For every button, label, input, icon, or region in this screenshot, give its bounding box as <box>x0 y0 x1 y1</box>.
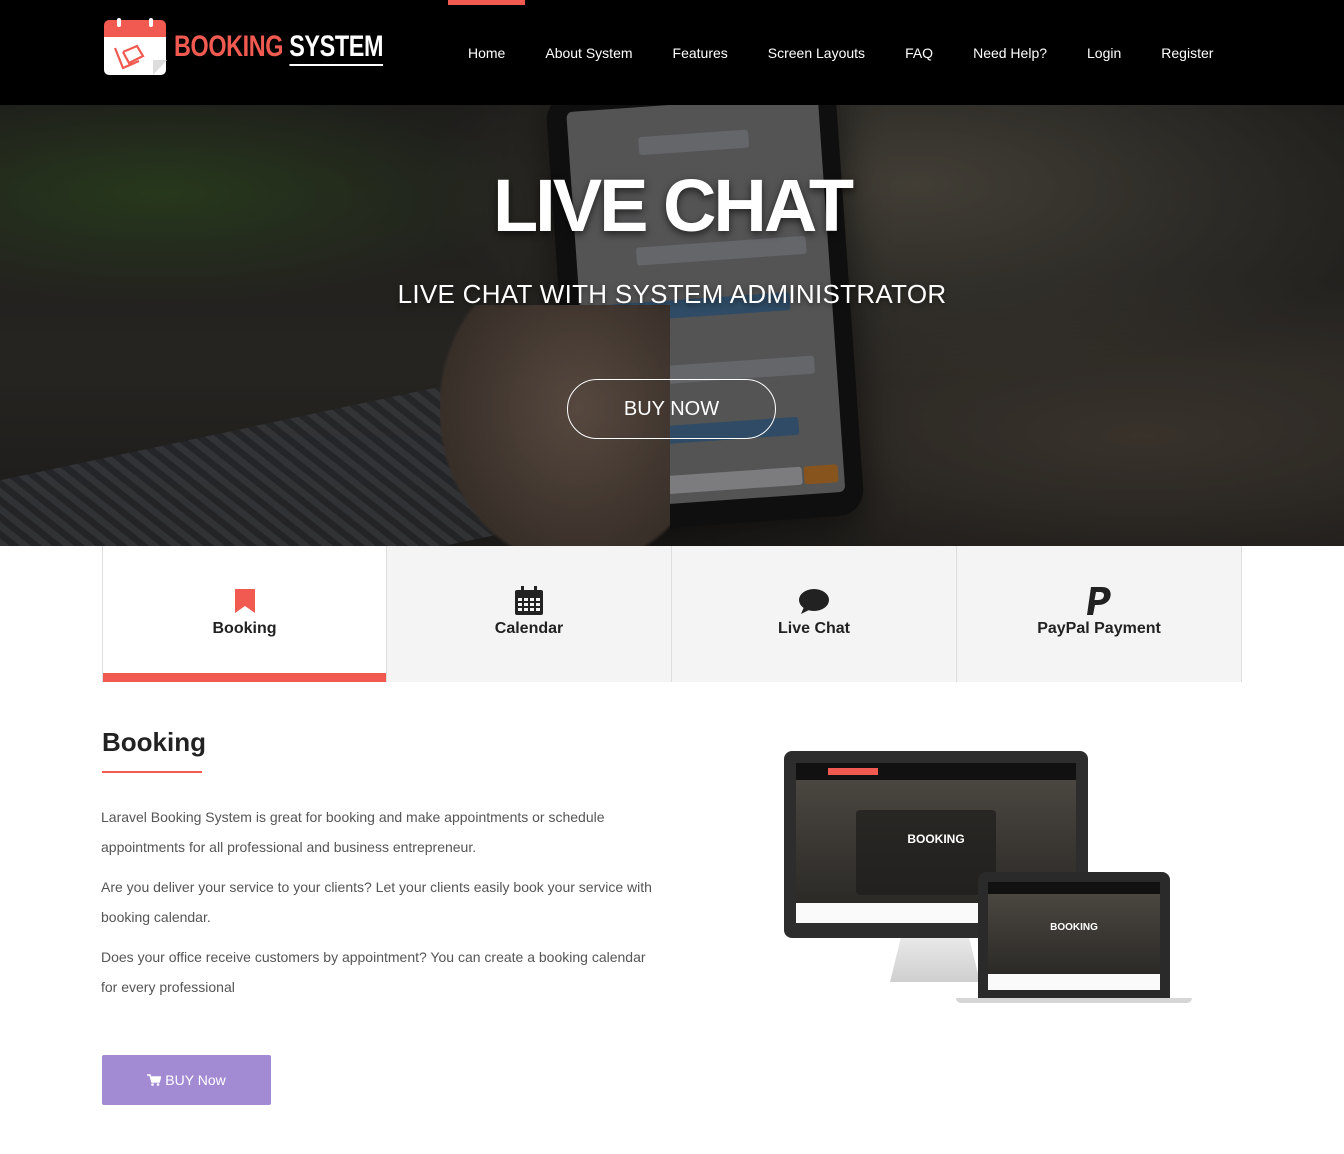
calendar-icon <box>514 586 544 616</box>
site-header: BOOKING SYSTEM Home About System Feature… <box>0 0 1344 105</box>
mini-header <box>796 763 1076 780</box>
laptop-mockup: BOOKING <box>978 872 1170 998</box>
content-paragraph: Does your office receive customers by ap… <box>101 949 646 995</box>
tab-calendar[interactable]: Calendar <box>387 546 672 682</box>
nav-register[interactable]: Register <box>1141 0 1233 105</box>
mini-tabs <box>988 974 1160 990</box>
paypal-icon <box>1085 586 1113 616</box>
tab-label: PayPal Payment <box>1037 620 1161 637</box>
tab-label: Live Chat <box>777 620 850 637</box>
tab-live-chat[interactable]: Live Chat <box>672 546 957 682</box>
tab-paypal-payment[interactable]: PayPal Payment <box>957 546 1242 682</box>
laptop-screen: BOOKING <box>988 882 1160 990</box>
section-title-underline <box>102 771 202 773</box>
nav-about-system[interactable]: About System <box>525 0 652 105</box>
hero-banner: LIVE CHAT LIVE CHAT WITH SYSTEM ADMINIST… <box>0 105 1344 546</box>
nav-need-help[interactable]: Need Help? <box>953 0 1067 105</box>
tab-label: Booking <box>212 620 277 637</box>
feature-tabs: Booking Calendar Live Chat PayPal Paymen… <box>102 546 1242 682</box>
content-paragraph: Laravel Booking System is great for book… <box>101 809 605 855</box>
calendar-logo-icon <box>103 18 168 76</box>
nav-login[interactable]: Login <box>1067 0 1141 105</box>
nav-screen-layouts[interactable]: Screen Layouts <box>748 0 885 105</box>
cart-icon <box>147 1074 162 1086</box>
monitor-stand <box>890 938 980 982</box>
logo-wordmark: BOOKING SYSTEM <box>174 30 383 66</box>
laptop-base <box>956 998 1192 1003</box>
devices-illustration: BOOKING BOOKING <box>780 748 1200 1008</box>
chat-bubble-icon <box>798 586 830 616</box>
main-nav: Home About System Features Screen Layout… <box>448 0 1233 105</box>
hero-buy-now-button[interactable]: BUY NOW <box>567 379 776 439</box>
logo-word-booking: BOOKING <box>174 30 284 63</box>
tab-label: Calendar <box>494 620 564 637</box>
buy-now-button[interactable]: BUY Now <box>102 1055 271 1105</box>
nav-home[interactable]: Home <box>448 0 526 105</box>
nav-features[interactable]: Features <box>653 0 748 105</box>
logo-word-system: SYSTEM <box>289 30 383 66</box>
hero-subtitle: LIVE CHAT WITH SYSTEM ADMINISTRATOR <box>397 279 947 309</box>
content-paragraph: Are you deliver your service to your cli… <box>101 879 652 925</box>
site-logo[interactable]: BOOKING SYSTEM <box>103 17 383 77</box>
mini-hero: BOOKING <box>988 894 1160 974</box>
mini-header <box>988 882 1160 894</box>
bookmark-icon <box>234 586 256 616</box>
section-title: Booking <box>102 727 206 757</box>
tab-booking[interactable]: Booking <box>102 546 387 682</box>
buy-now-label: BUY Now <box>165 1072 226 1088</box>
hero-title: LIVE CHAT <box>492 164 854 247</box>
nav-faq[interactable]: FAQ <box>885 0 953 105</box>
